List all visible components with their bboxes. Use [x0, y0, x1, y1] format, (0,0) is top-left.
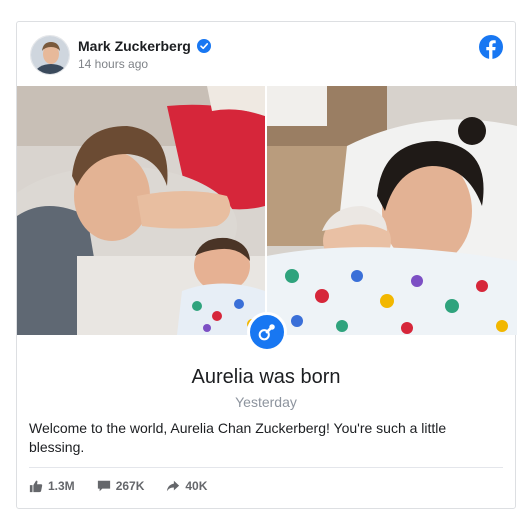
photo-mother-and-baby[interactable] [267, 86, 517, 335]
share-count: 40K [185, 479, 208, 493]
post-stats: 1.3M 267K 40K [29, 479, 207, 493]
comment-icon [97, 480, 110, 492]
author-avatar[interactable] [30, 35, 70, 75]
like-action[interactable]: 1.3M [29, 479, 75, 493]
post-header: Mark Zuckerberg 14 hours ago [17, 22, 515, 86]
author-block: Mark Zuckerberg [78, 38, 211, 54]
post-caption: Welcome to the world, Aurelia Chan Zucke… [29, 420, 447, 455]
verified-badge-icon [196, 39, 211, 53]
divider [29, 467, 503, 468]
photo-father-and-baby[interactable] [17, 86, 265, 335]
thumbs-up-icon [29, 480, 43, 493]
life-event-title: Aurelia was born [191, 366, 341, 388]
post-card: Mark Zuckerberg 14 hours ago Aurelia was… [16, 21, 517, 509]
author-name[interactable]: Mark Zuckerberg [78, 38, 191, 54]
facebook-logo-icon[interactable] [479, 35, 503, 59]
post-timestamp[interactable]: 14 hours ago [78, 57, 148, 71]
comment-count: 267K [115, 479, 145, 493]
life-event-date: Yesterday [235, 394, 297, 410]
like-count: 1.3M [48, 479, 75, 493]
comment-action[interactable]: 267K [97, 479, 145, 493]
baby-pacifier-icon [247, 312, 287, 352]
post-photos [17, 86, 517, 335]
share-action[interactable]: 40K [166, 479, 207, 493]
share-arrow-icon [167, 480, 180, 492]
